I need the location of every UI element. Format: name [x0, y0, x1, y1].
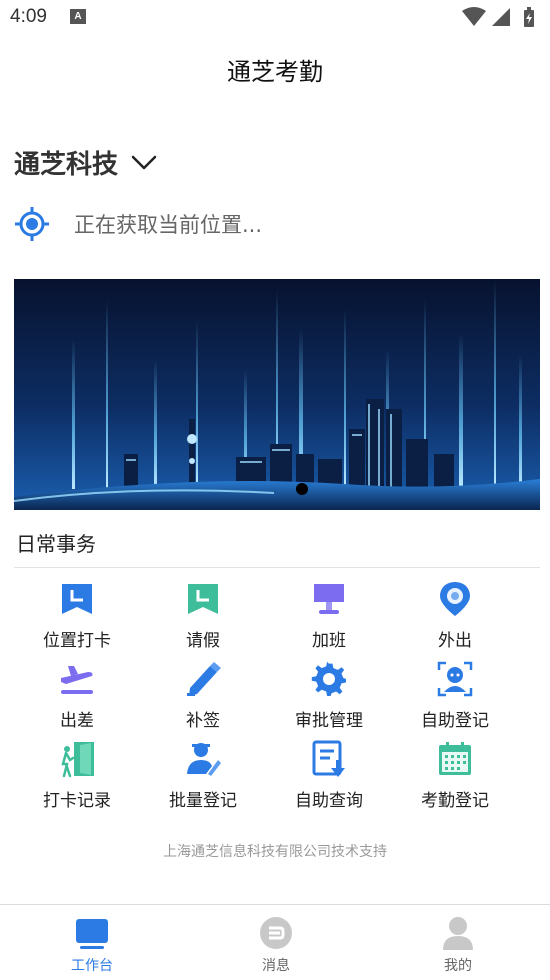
grid-item-resign[interactable]: 补签	[140, 660, 266, 740]
tab-workbench[interactable]: 工作台	[0, 905, 184, 980]
grid-item-self-query[interactable]: 自助查询	[266, 740, 392, 820]
section-divider	[14, 567, 540, 568]
chevron-down-icon	[131, 155, 157, 170]
grid-item-label: 打卡记录	[43, 791, 111, 811]
grid-item-overtime[interactable]: 加班	[266, 580, 392, 660]
company-name: 通芝科技	[14, 149, 119, 180]
app-title: 通芝考勤	[227, 58, 323, 86]
tab-label: 工作台	[71, 958, 113, 974]
tab-label: 我的	[444, 958, 472, 974]
section-title-daily-affairs: 日常事务	[16, 532, 96, 556]
banner-carousel[interactable]	[14, 279, 540, 510]
banner-image	[14, 279, 540, 510]
grid-item-label: 位置打卡	[43, 631, 111, 651]
business-trip-icon	[61, 666, 93, 694]
tab-messages[interactable]: 消息	[184, 905, 368, 980]
self-query-icon	[312, 740, 345, 777]
daily-affairs-grid: 位置打卡 请假 加班 外出 出差 补签 审批管理 自助登记 打卡记录 批量登记 …	[14, 580, 540, 820]
grid-item-checkin-records[interactable]: 打卡记录	[14, 740, 140, 820]
grid-item-attendance-register[interactable]: 考勤登记	[392, 740, 518, 820]
cellular-signal-icon	[492, 8, 510, 26]
grid-item-label: 请假	[186, 631, 220, 651]
leave-icon	[188, 584, 218, 614]
grid-item-label: 加班	[312, 631, 346, 651]
grid-item-business-trip[interactable]: 出差	[14, 660, 140, 740]
outing-icon	[440, 582, 470, 616]
message-icon	[260, 917, 292, 949]
grid-item-self-register[interactable]: 自助登记	[392, 660, 518, 740]
grid-item-leave[interactable]: 请假	[140, 580, 266, 660]
grid-item-label: 考勤登记	[421, 791, 489, 811]
resign-icon	[187, 662, 221, 696]
grid-row: 打卡记录 批量登记 自助查询 考勤登记	[14, 740, 540, 820]
status-bar: 4:09 A	[0, 0, 550, 36]
tab-profile[interactable]: 我的	[366, 905, 550, 980]
grid-item-location-checkin[interactable]: 位置打卡	[14, 580, 140, 660]
status-time: 4:09	[10, 6, 47, 27]
grid-item-label: 自助查询	[295, 791, 363, 811]
grid-item-label: 外出	[438, 631, 472, 651]
battery-icon	[524, 7, 534, 27]
bottom-tab-bar: 工作台 消息 我的	[0, 904, 550, 980]
grid-item-label: 出差	[60, 711, 94, 731]
grid-item-label: 自助登记	[421, 711, 489, 731]
workbench-icon	[76, 919, 108, 949]
grid-item-approval[interactable]: 审批管理	[266, 660, 392, 740]
checkin-records-icon	[61, 742, 94, 778]
location-checkin-icon	[62, 584, 92, 614]
attendance-register-icon	[439, 742, 471, 775]
grid-item-label: 审批管理	[295, 711, 363, 731]
self-register-icon	[437, 661, 473, 697]
notification-badge-icon: A	[70, 9, 86, 24]
grid-row: 出差 补签 审批管理 自助登记	[14, 660, 540, 740]
company-selector[interactable]: 通芝科技	[14, 144, 158, 180]
status-icons	[462, 7, 534, 27]
profile-icon	[443, 917, 473, 950]
grid-item-label: 补签	[186, 711, 220, 731]
carousel-dot-active[interactable]	[296, 483, 308, 495]
grid-row: 位置打卡 请假 加班 外出	[14, 580, 540, 660]
location-status-text: 正在获取当前位置...	[74, 213, 263, 237]
location-row[interactable]: 正在获取当前位置...	[14, 204, 262, 244]
grid-item-outing[interactable]: 外出	[392, 580, 518, 660]
batch-register-icon	[187, 743, 221, 776]
location-target-icon	[15, 207, 49, 241]
wifi-icon	[462, 7, 486, 26]
grid-item-label: 批量登记	[169, 791, 237, 811]
overtime-icon	[314, 584, 344, 614]
grid-item-batch-register[interactable]: 批量登记	[140, 740, 266, 820]
tab-label: 消息	[262, 958, 290, 974]
approval-settings-icon	[311, 661, 346, 696]
support-text: 上海通芝信息科技有限公司技术支持	[163, 844, 387, 860]
